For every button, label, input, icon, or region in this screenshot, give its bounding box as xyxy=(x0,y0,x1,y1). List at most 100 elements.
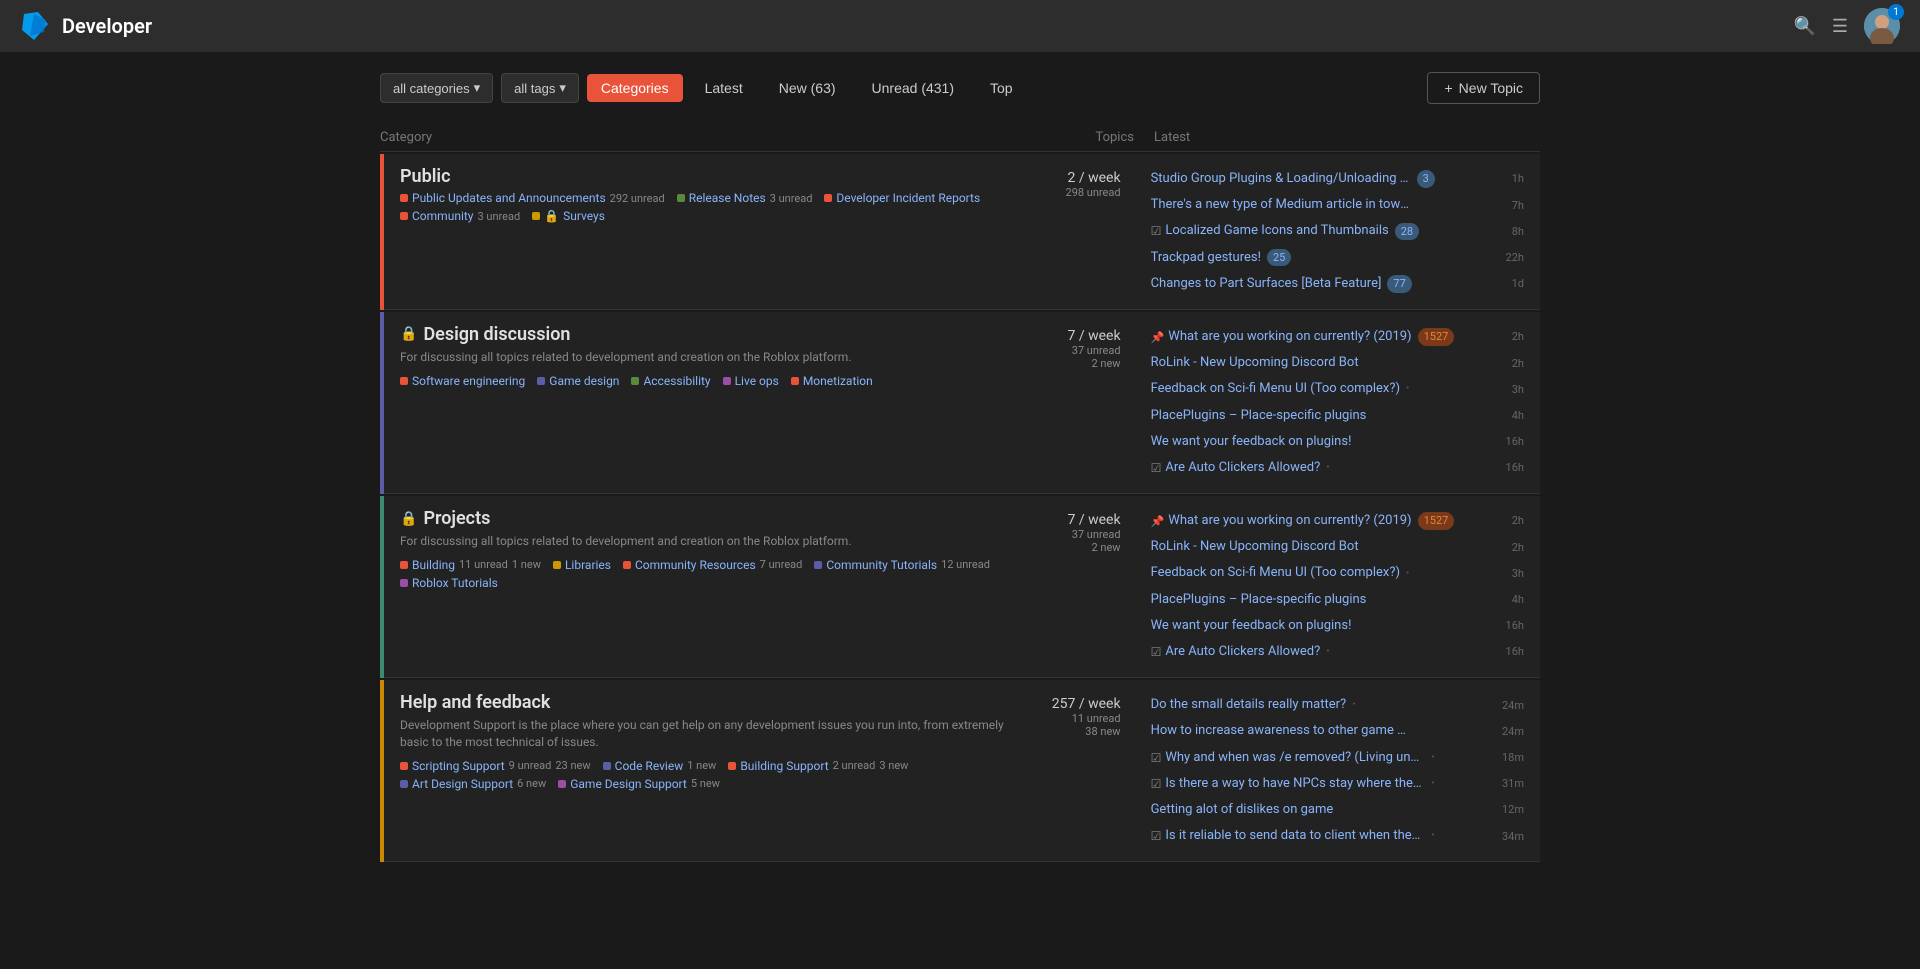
category-section-projects: 🔒 Projects For discussing all topics rel… xyxy=(380,496,1540,678)
avatar-button[interactable]: 1 xyxy=(1864,8,1900,44)
topic-row: 📌 What are you working on currently? (20… xyxy=(1151,324,1524,350)
topic-title: Is there a way to have NPCs stay where t… xyxy=(1165,775,1425,793)
subcategory-item: Building Support 2 unread 3 new xyxy=(728,759,908,773)
unread-count: 3 unread xyxy=(477,210,520,223)
category-description: For discussing all topics related to dev… xyxy=(400,349,1018,366)
subcategory-link[interactable]: Libraries xyxy=(565,558,611,572)
menu-icon[interactable]: ☰ xyxy=(1832,16,1848,37)
stat-unread: 11 unread xyxy=(1018,712,1120,725)
category-description: For discussing all topics related to dev… xyxy=(400,533,1018,550)
subcategory-link[interactable]: Scripting Support xyxy=(412,759,505,773)
tab-latest[interactable]: Latest xyxy=(691,74,757,102)
topic-link[interactable]: There's a new type of Medium article in … xyxy=(1151,194,1524,216)
category-row: Help and feedback Development Support is… xyxy=(384,680,1540,861)
category-section-design: 🔒 Design discussion For discussing all t… xyxy=(380,312,1540,494)
category-row: 🔒 Projects For discussing all topics rel… xyxy=(384,496,1540,677)
subcategory-link[interactable]: Building xyxy=(412,558,455,572)
category-info: 🔒 Projects For discussing all topics rel… xyxy=(400,508,1018,590)
tab-unread[interactable]: Unread (431) xyxy=(858,74,969,102)
filter-categories-button[interactable]: all categories ▾ xyxy=(380,73,493,103)
subcategory-link[interactable]: Art Design Support xyxy=(412,777,513,791)
topic-badge: 3 xyxy=(1417,170,1435,187)
topic-row: Feedback on Sci-fi Menu UI (Too complex?… xyxy=(1151,376,1524,402)
subcategory-link[interactable]: Code Review xyxy=(615,759,684,773)
stat-unread: 37 unread xyxy=(1018,528,1120,541)
topic-link[interactable]: Changes to Part Surfaces [Beta Feature] … xyxy=(1151,273,1524,295)
topic-row: We want your feedback on plugins! 16h xyxy=(1151,429,1524,455)
topic-link[interactable]: Feedback on Sci-fi Menu UI (Too complex?… xyxy=(1151,562,1524,584)
topic-time: 2h xyxy=(1512,356,1524,371)
topic-title: PlacePlugins – Place-specific plugins xyxy=(1151,591,1367,609)
topic-link[interactable]: How to increase awareness to other game … xyxy=(1151,720,1524,742)
topic-link[interactable]: We want your feedback on plugins! 16h xyxy=(1151,431,1524,453)
topic-link[interactable]: PlacePlugins – Place-specific plugins 4h xyxy=(1151,405,1524,427)
topic-prefix-icon: ☑ xyxy=(1151,224,1162,238)
subcategory-link[interactable]: Surveys xyxy=(563,209,605,223)
topic-link[interactable]: Trackpad gestures! 25 22h xyxy=(1151,247,1524,269)
subcategory-link[interactable]: Software engineering xyxy=(412,374,525,388)
tab-categories[interactable]: Categories xyxy=(587,74,683,102)
subcategory-link[interactable]: Accessibility xyxy=(643,374,710,388)
topic-link[interactable]: We want your feedback on plugins! 16h xyxy=(1151,615,1524,637)
subcategory-link[interactable]: Live ops xyxy=(735,374,779,388)
subcategory-link[interactable]: Developer Incident Reports xyxy=(836,191,980,205)
category-name: Help and feedback xyxy=(400,692,1018,713)
subcategory-link[interactable]: Roblox Tutorials xyxy=(412,576,498,590)
topic-link[interactable]: RoLink - New Upcoming Discord Bot 2h xyxy=(1151,352,1524,374)
topic-link[interactable]: PlacePlugins – Place-specific plugins 4h xyxy=(1151,589,1524,611)
topic-row: There's a new type of Medium article in … xyxy=(1151,192,1524,218)
topic-badge: 1527 xyxy=(1418,512,1455,529)
topic-link[interactable]: Is there a way to have NPCs stay where t… xyxy=(1165,773,1524,795)
new-topic-button[interactable]: + New Topic xyxy=(1427,72,1540,104)
topic-time: 2h xyxy=(1512,513,1524,528)
subcategory-link[interactable]: Community Tutorials xyxy=(826,558,937,572)
topic-dot: • xyxy=(1406,382,1409,396)
subcategories: Software engineering Game design Accessi… xyxy=(400,374,1018,388)
filter-tags-button[interactable]: all tags ▾ xyxy=(501,73,579,103)
new-count: 3 new xyxy=(879,759,908,772)
topic-link[interactable]: RoLink - New Upcoming Discord Bot 2h xyxy=(1151,536,1524,558)
unread-count: 7 unread xyxy=(760,558,803,571)
plus-icon: + xyxy=(1444,80,1452,96)
subcategory-link[interactable]: Building Support xyxy=(740,759,828,773)
subcategory-link[interactable]: Community xyxy=(412,209,473,223)
topic-time: 2h xyxy=(1512,540,1524,555)
topic-row: Studio Group Plugins & Loading/Unloading… xyxy=(1151,166,1524,192)
subcategory-link[interactable]: Game Design Support xyxy=(570,777,687,791)
topic-link[interactable]: Localized Game Icons and Thumbnails 28 8… xyxy=(1165,220,1524,242)
topic-link[interactable]: What are you working on currently? (2019… xyxy=(1168,510,1524,532)
subcategory-item: Community Resources 7 unread xyxy=(623,558,802,572)
subcategory-link[interactable]: Public Updates and Announcements xyxy=(412,191,606,205)
topic-link[interactable]: Is it reliable to send data to client wh… xyxy=(1165,825,1524,847)
topic-title: What are you working on currently? (2019… xyxy=(1168,328,1411,346)
stat-unread: 37 unread xyxy=(1018,344,1120,357)
topic-link[interactable]: Are Auto Clickers Allowed? • 16h xyxy=(1165,457,1524,479)
toolbar: all categories ▾ all tags ▾ Categories L… xyxy=(380,72,1540,104)
subcategory-dot xyxy=(400,579,408,587)
topic-link[interactable]: Why and when was /e removed? (Living und… xyxy=(1165,747,1524,769)
category-link[interactable]: Help and feedback xyxy=(400,692,550,713)
site-title: Developer xyxy=(62,14,152,38)
subcategory-link[interactable]: Monetization xyxy=(803,374,873,388)
subcategory-link[interactable]: Community Resources xyxy=(635,558,756,572)
topic-link[interactable]: Do the small details really matter? • 24… xyxy=(1151,694,1524,716)
category-link[interactable]: Design discussion xyxy=(423,324,570,345)
tab-top[interactable]: Top xyxy=(976,74,1027,102)
topic-link[interactable]: Getting alot of dislikes on game 12m xyxy=(1151,799,1524,821)
topic-link[interactable]: Are Auto Clickers Allowed? • 16h xyxy=(1165,641,1524,663)
subcategory-dot xyxy=(400,212,408,220)
category-link[interactable]: Projects xyxy=(423,508,490,529)
topic-link[interactable]: Studio Group Plugins & Loading/Unloading… xyxy=(1151,168,1524,190)
category-row: 🔒 Design discussion For discussing all t… xyxy=(384,312,1540,493)
tab-new[interactable]: New (63) xyxy=(765,74,850,102)
subcategory-link[interactable]: Release Notes xyxy=(689,191,766,205)
stat-main: 7 / week xyxy=(1018,328,1120,344)
topic-link[interactable]: Feedback on Sci-fi Menu UI (Too complex?… xyxy=(1151,378,1524,400)
topic-time: 7h xyxy=(1512,198,1524,213)
subcategory-dot xyxy=(400,762,408,770)
category-link[interactable]: Public xyxy=(400,166,450,187)
topic-link[interactable]: What are you working on currently? (2019… xyxy=(1168,326,1524,348)
search-icon[interactable]: 🔍 xyxy=(1793,16,1815,37)
subcategory-link[interactable]: Game design xyxy=(549,374,619,388)
topic-title: We want your feedback on plugins! xyxy=(1151,433,1352,451)
